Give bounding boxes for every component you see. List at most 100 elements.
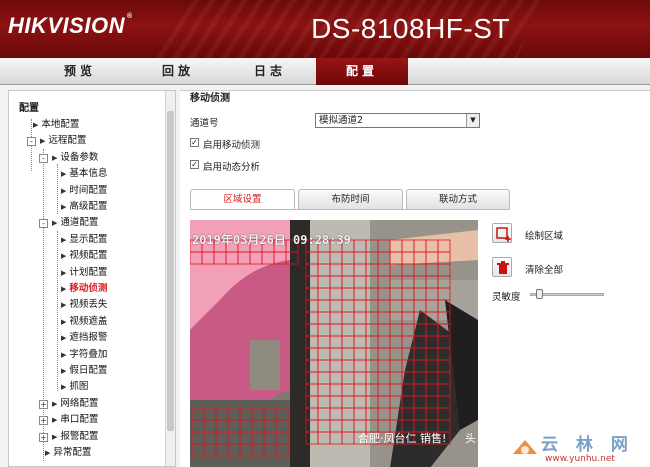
grid-cell[interactable] xyxy=(377,275,391,289)
tab-linkage[interactable]: 联动方式 xyxy=(406,189,510,209)
grid-cell[interactable] xyxy=(413,359,427,373)
grid-cell[interactable] xyxy=(401,323,415,337)
grid-cell[interactable] xyxy=(239,419,253,433)
grid-cell[interactable] xyxy=(341,275,355,289)
collapse-icon[interactable]: - xyxy=(39,153,48,163)
grid-cell[interactable] xyxy=(425,299,439,313)
grid-cell[interactable] xyxy=(190,251,203,265)
sidebar-item[interactable]: ▶ 假日配置 xyxy=(55,364,107,378)
grid-cell[interactable] xyxy=(263,443,277,457)
grid-cell[interactable] xyxy=(191,407,205,421)
grid-cell[interactable] xyxy=(329,287,343,301)
collapse-icon[interactable]: - xyxy=(27,137,36,147)
grid-cell[interactable] xyxy=(305,263,319,277)
grid-cell[interactable] xyxy=(341,335,355,349)
sidebar-item[interactable]: ▶ 视频配置 xyxy=(55,249,107,263)
grid-cell[interactable] xyxy=(401,395,415,409)
grid-cell[interactable] xyxy=(413,287,427,301)
grid-cell[interactable] xyxy=(275,431,289,445)
grid-cell[interactable] xyxy=(317,299,331,313)
grid-cell[interactable] xyxy=(437,275,451,289)
grid-cell[interactable] xyxy=(365,335,379,349)
sensitivity-slider-thumb[interactable] xyxy=(536,289,543,299)
grid-cell[interactable] xyxy=(425,239,439,253)
grid-cell[interactable] xyxy=(425,251,439,265)
sidebar-item[interactable]: ▶ 字符叠加 xyxy=(55,348,107,362)
grid-cell[interactable] xyxy=(413,239,427,253)
grid-cell[interactable] xyxy=(251,407,265,421)
grid-cell[interactable] xyxy=(413,383,427,397)
grid-cell[interactable] xyxy=(413,263,427,277)
grid-cell[interactable] xyxy=(317,419,331,433)
grid-cell[interactable] xyxy=(353,347,367,361)
grid-cell[interactable] xyxy=(305,323,319,337)
grid-cell[interactable] xyxy=(413,311,427,325)
grid-cell[interactable] xyxy=(377,347,391,361)
grid-cell[interactable] xyxy=(249,251,263,265)
grid-cell[interactable] xyxy=(353,287,367,301)
grid-cell[interactable] xyxy=(275,443,289,457)
grid-cell[interactable] xyxy=(389,395,403,409)
sidebar-item[interactable]: ▶ 基本信息 xyxy=(55,167,107,181)
grid-cell[interactable] xyxy=(353,371,367,385)
grid-cell[interactable] xyxy=(341,359,355,373)
grid-cell[interactable] xyxy=(341,251,355,265)
grid-cell[interactable] xyxy=(329,251,343,265)
grid-cell[interactable] xyxy=(389,251,403,265)
tab-area-settings[interactable]: 区域设置 xyxy=(190,189,295,209)
grid-cell[interactable] xyxy=(275,419,289,433)
grid-cell[interactable] xyxy=(239,443,253,457)
grid-cell[interactable] xyxy=(401,275,415,289)
grid-cell[interactable] xyxy=(353,275,367,289)
grid-cell[interactable] xyxy=(215,443,229,457)
grid-cell[interactable] xyxy=(227,431,241,445)
grid-cell[interactable] xyxy=(305,275,319,289)
grid-cell[interactable] xyxy=(389,371,403,385)
grid-cell[interactable] xyxy=(365,407,379,421)
grid-cell[interactable] xyxy=(425,395,439,409)
grid-cell[interactable] xyxy=(341,299,355,313)
grid-cell[interactable] xyxy=(425,371,439,385)
grid-cell[interactable] xyxy=(329,275,343,289)
grid-cell[interactable] xyxy=(203,431,217,445)
grid-cell[interactable] xyxy=(353,323,367,337)
grid-cell[interactable] xyxy=(377,371,391,385)
grid-cell[interactable] xyxy=(377,239,391,253)
grid-cell[interactable] xyxy=(377,335,391,349)
grid-cell[interactable] xyxy=(341,383,355,397)
grid-cell[interactable] xyxy=(317,395,331,409)
grid-cell[interactable] xyxy=(305,419,319,433)
grid-cell[interactable] xyxy=(215,407,229,421)
grid-cell[interactable] xyxy=(401,239,415,253)
grid-cell[interactable] xyxy=(437,299,451,313)
grid-cell[interactable] xyxy=(389,263,403,277)
grid-cell[interactable] xyxy=(437,395,451,409)
expand-icon[interactable]: + xyxy=(39,432,48,442)
grid-cell[interactable] xyxy=(365,251,379,265)
grid-cell[interactable] xyxy=(353,407,367,421)
grid-cell[interactable] xyxy=(425,323,439,337)
grid-cell[interactable] xyxy=(413,275,427,289)
grid-cell[interactable] xyxy=(341,311,355,325)
sidebar-item[interactable]: ▶ 异常配置 xyxy=(39,446,91,460)
grid-cell[interactable] xyxy=(413,323,427,337)
grid-cell[interactable] xyxy=(365,239,379,253)
grid-cell[interactable] xyxy=(203,419,217,433)
grid-cell[interactable] xyxy=(389,311,403,325)
grid-cell[interactable] xyxy=(377,299,391,313)
grid-cell[interactable] xyxy=(215,419,229,433)
sidebar-item[interactable]: + ▶ 串口配置 xyxy=(39,413,98,427)
grid-cell[interactable] xyxy=(401,263,415,277)
grid-cell[interactable] xyxy=(227,407,241,421)
grid-cell[interactable] xyxy=(413,251,427,265)
grid-cell[interactable] xyxy=(305,371,319,385)
grid-cell[interactable] xyxy=(437,383,451,397)
grid-cell[interactable] xyxy=(389,335,403,349)
grid-cell[interactable] xyxy=(341,347,355,361)
expand-icon[interactable]: + xyxy=(39,399,48,409)
grid-cell[interactable] xyxy=(389,299,403,313)
sidebar-item[interactable]: ▶ 移动侦测 xyxy=(55,282,107,296)
grid-cell[interactable] xyxy=(305,431,319,445)
grid-cell[interactable] xyxy=(305,359,319,373)
sidebar-item[interactable]: ▶ 视频遮盖 xyxy=(55,315,107,329)
